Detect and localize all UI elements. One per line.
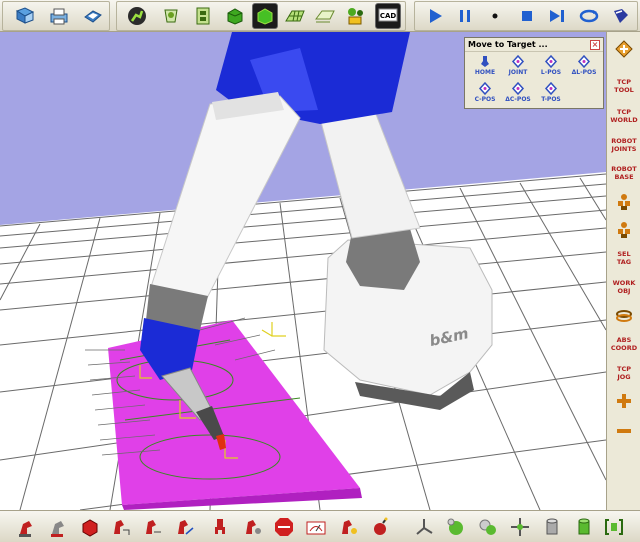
sel-tag-label: SEL TAG	[616, 250, 632, 266]
joint-label: JOINT	[508, 69, 528, 76]
stop-sign-icon[interactable]	[272, 515, 296, 539]
l-pos-button[interactable]: L-POS	[535, 55, 567, 81]
two-spheres-icon[interactable]	[476, 515, 500, 539]
move-to-target-panel: Move to Target ... × HOME JOINT L-POS ΔL…	[464, 37, 604, 109]
home-button[interactable]: HOME	[469, 55, 501, 81]
work-obj-button[interactable]: WORK OBJ	[607, 275, 640, 299]
robot-move-icon[interactable]	[108, 515, 132, 539]
target-diamond-button[interactable]	[607, 38, 640, 60]
film-icon[interactable]	[190, 3, 216, 29]
l-pos-diamond-icon	[544, 55, 558, 68]
move-to-target-title: Move to Target ...	[465, 38, 603, 52]
robot-settings-icon[interactable]	[336, 515, 360, 539]
green-box-selected-icon[interactable]	[252, 3, 278, 29]
tcp-jog-label: TCP JOG	[617, 365, 631, 381]
gripper-icon[interactable]	[208, 515, 232, 539]
stack-icon	[618, 194, 630, 210]
red-cube-icon[interactable]	[78, 515, 102, 539]
robot-base-button[interactable]: ROBOT BASE	[607, 161, 640, 185]
home-label: HOME	[474, 69, 496, 76]
pause-icon[interactable]	[452, 3, 478, 29]
abs-coord-label: ABS COORD	[610, 336, 638, 352]
minus-icon	[617, 429, 631, 433]
c-pos-diamond-icon	[478, 82, 492, 95]
bomb-icon[interactable]	[368, 515, 392, 539]
grid-icon[interactable]	[282, 3, 308, 29]
gauge-icon[interactable]	[304, 515, 328, 539]
c-pos-button[interactable]: C-POS	[469, 82, 501, 108]
robot-red-icon[interactable]	[14, 515, 38, 539]
robot-base-label: ROBOT BASE	[611, 165, 637, 181]
record-icon[interactable]	[608, 3, 634, 29]
robot-jog-icon[interactable]	[140, 515, 164, 539]
save-icon[interactable]	[80, 3, 106, 29]
target-diamond-icon	[615, 40, 633, 58]
delta-c-pos-label: ΔC-POS	[505, 96, 531, 103]
print-icon[interactable]	[46, 3, 72, 29]
step-dot-icon[interactable]	[482, 3, 508, 29]
minus-button[interactable]	[607, 420, 640, 442]
grid-layer-icon[interactable]	[312, 3, 338, 29]
cad-label: CAD	[380, 12, 397, 20]
work-obj-label: WORK OBJ	[612, 279, 636, 295]
plus-icon	[617, 394, 631, 408]
stack-button[interactable]	[607, 190, 640, 214]
robot-gray-icon[interactable]	[46, 515, 70, 539]
delta-c-pos-button[interactable]: ΔC-POS	[502, 82, 534, 108]
bottom-toolbar	[0, 510, 640, 542]
play-icon[interactable]	[422, 3, 448, 29]
robot-arm-icon[interactable]	[124, 3, 150, 29]
tcp-world-button[interactable]: TCP WORLD	[607, 104, 640, 128]
robot-group-icon[interactable]	[342, 3, 368, 29]
right-sidebar: TCP TOOL TCP WORLD ROBOT JOINTS ROBOT BA…	[606, 32, 640, 510]
t-pos-label: T-POS	[541, 96, 561, 103]
green-sphere-icon[interactable]	[444, 515, 468, 539]
tool-icon[interactable]	[158, 3, 184, 29]
t-pos-diamond-icon	[544, 82, 558, 95]
joint-button[interactable]: JOINT	[502, 55, 534, 81]
stack-alt-button[interactable]	[607, 218, 640, 242]
robot-tool-icon[interactable]	[240, 515, 264, 539]
l-pos-label: L-POS	[540, 69, 562, 76]
robot-joints-button[interactable]: ROBOT JOINTS	[607, 133, 640, 157]
green-box-icon[interactable]	[222, 3, 248, 29]
c-pos-label: C-POS	[474, 96, 496, 103]
skip-forward-icon[interactable]	[544, 3, 570, 29]
plus-button[interactable]	[607, 390, 640, 412]
coil-button[interactable]	[607, 304, 640, 328]
3d-viewport[interactable]: b&m Move to Target ... × HOME JOINT L-PO…	[0, 32, 606, 510]
stop-icon[interactable]	[514, 3, 540, 29]
abs-coord-button[interactable]: ABS COORD	[607, 332, 640, 356]
stack-alt-icon	[618, 222, 630, 238]
cylinder-icon[interactable]	[540, 515, 564, 539]
coil-icon	[616, 310, 632, 322]
delta-l-pos-label: ΔL-POS	[571, 69, 597, 76]
tcp-world-label: TCP WORLD	[610, 108, 638, 124]
open-file-icon[interactable]	[12, 3, 38, 29]
move-arrows-icon[interactable]	[508, 515, 532, 539]
delta-l-pos-diamond-icon	[577, 55, 591, 68]
tcp-jog-button[interactable]: TCP JOG	[607, 361, 640, 385]
robot-joints-label: ROBOT JOINTS	[611, 137, 637, 153]
robot-path-icon[interactable]	[172, 515, 196, 539]
axes-icon[interactable]	[412, 515, 436, 539]
t-pos-button[interactable]: T-POS	[535, 82, 567, 108]
cad-button[interactable]: CAD	[375, 3, 401, 29]
green-cylinder-icon[interactable]	[572, 515, 596, 539]
tcp-tool-label: TCP TOOL	[614, 78, 634, 94]
robot-simulator-window: CAD b&m Move to Target ... × HOME JOINT …	[0, 0, 640, 542]
close-icon[interactable]: ×	[590, 40, 600, 50]
delta-l-pos-button[interactable]: ΔL-POS	[568, 55, 600, 81]
delta-c-pos-diamond-icon	[511, 82, 525, 95]
bracket-icon[interactable]	[602, 515, 626, 539]
tcp-tool-button[interactable]: TCP TOOL	[607, 74, 640, 98]
sel-tag-button[interactable]: SEL TAG	[607, 246, 640, 270]
home-icon	[481, 56, 489, 67]
joint-diamond-icon	[511, 55, 525, 68]
loop-icon[interactable]	[576, 3, 602, 29]
top-toolbar: CAD	[0, 0, 640, 32]
